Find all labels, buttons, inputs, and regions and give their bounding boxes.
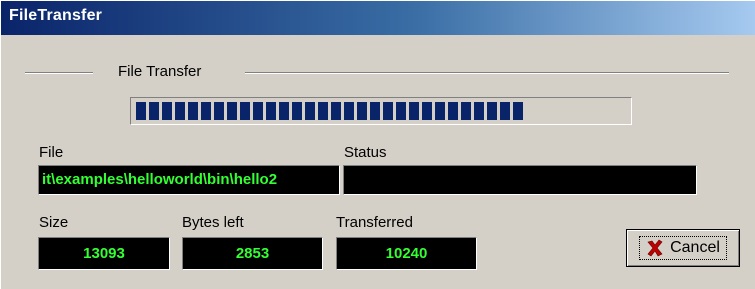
cancel-label: Cancel — [670, 239, 720, 256]
file-label: File — [39, 144, 64, 161]
window-title: FileTransfer — [9, 7, 103, 24]
group-divider-left — [25, 72, 93, 74]
progress-segment — [396, 102, 406, 120]
progress-fill — [136, 102, 523, 120]
progress-segment — [201, 102, 211, 120]
progress-segment — [500, 102, 510, 120]
progress-segment — [149, 102, 159, 120]
cancel-button-focus: Cancel — [639, 236, 727, 260]
title-bar[interactable]: FileTransfer — [1, 1, 755, 35]
file-value: it\examples\helloworld\bin\hello2 — [42, 171, 278, 188]
progress-segment — [422, 102, 432, 120]
transfer-progress-bar — [130, 97, 632, 125]
progress-segment — [344, 102, 354, 120]
file-display: it\examples\helloworld\bin\hello2 — [38, 165, 340, 195]
transferred-display: 10240 — [336, 237, 477, 270]
progress-segment — [136, 102, 146, 120]
progress-segment — [240, 102, 250, 120]
status-label: Status — [344, 144, 387, 161]
size-value: 13093 — [83, 245, 125, 262]
progress-segment — [318, 102, 328, 120]
progress-segment — [435, 102, 445, 120]
progress-segment — [162, 102, 172, 120]
progress-segment — [227, 102, 237, 120]
progress-segment — [357, 102, 367, 120]
transferred-value: 10240 — [385, 245, 428, 262]
bytes-left-value: 2853 — [235, 245, 270, 262]
group-title: File Transfer — [118, 63, 202, 80]
cancel-button[interactable]: Cancel — [626, 229, 740, 267]
size-label: Size — [39, 214, 69, 231]
x-icon — [646, 239, 664, 257]
progress-segment — [188, 102, 198, 120]
progress-segment — [383, 102, 393, 120]
progress-segment — [487, 102, 497, 120]
bytes-left-label: Bytes left — [182, 214, 244, 231]
progress-segment — [409, 102, 419, 120]
group-divider-right — [245, 72, 729, 74]
progress-segment — [331, 102, 341, 120]
bytes-left-display: 2853 — [182, 237, 323, 270]
progress-segment — [370, 102, 380, 120]
progress-segment — [175, 102, 185, 120]
progress-segment — [279, 102, 289, 120]
progress-segment — [253, 102, 263, 120]
progress-segment — [474, 102, 484, 120]
progress-segment — [266, 102, 276, 120]
transferred-label: Transferred — [336, 214, 413, 231]
progress-segment — [292, 102, 302, 120]
size-display: 13093 — [38, 237, 170, 270]
progress-segment — [513, 102, 523, 120]
status-display — [343, 165, 697, 195]
progress-segment — [448, 102, 458, 120]
progress-segment — [305, 102, 315, 120]
progress-segment — [461, 102, 471, 120]
progress-segment — [214, 102, 224, 120]
file-transfer-window: FileTransfer File Transfer File Status i… — [0, 0, 755, 289]
